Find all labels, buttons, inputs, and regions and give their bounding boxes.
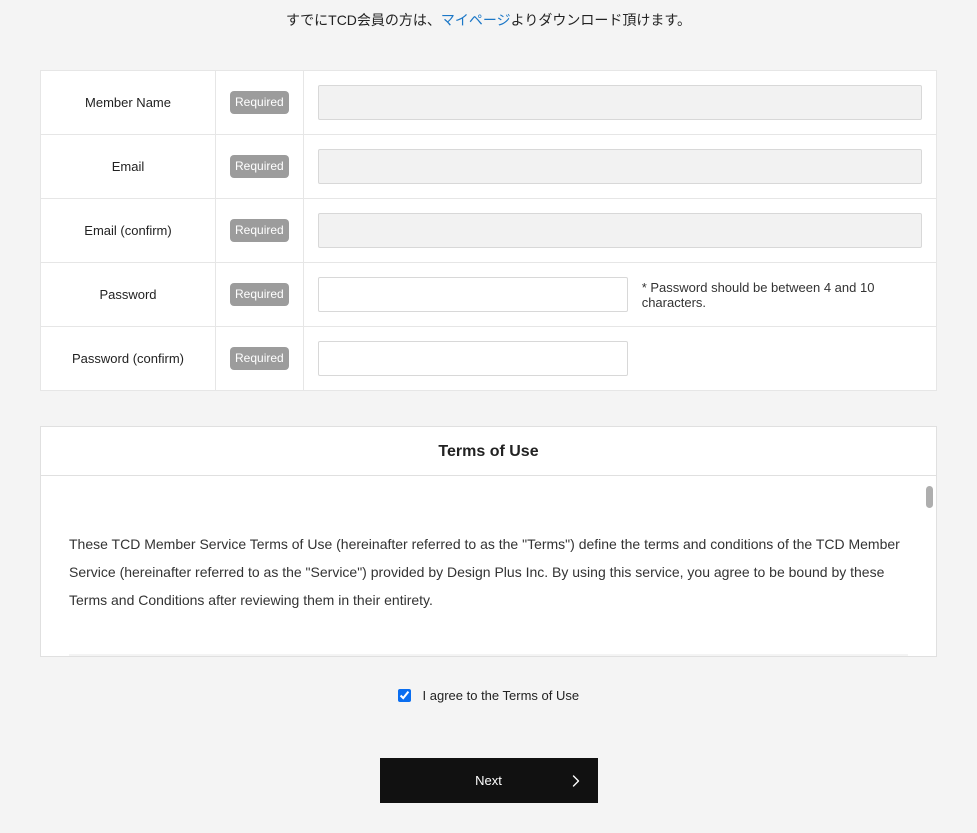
label-email: Email [41,135,216,199]
terms-text: These TCD Member Service Terms of Use (h… [69,536,900,608]
email-input[interactable] [318,149,922,184]
intro-before: すでにTCD会員の方は、 [286,12,441,28]
mypage-link[interactable]: マイページ [441,12,511,28]
scrollbar-thumb[interactable] [926,486,933,508]
email-confirm-input[interactable] [318,213,922,248]
input-cell [303,327,936,391]
required-badge: Required [230,219,289,241]
required-badge: Required [230,155,289,177]
required-badge: Required [230,283,289,305]
form-table: Member Name Required Email Required Emai… [40,70,937,391]
required-cell: Required [216,199,304,263]
terms-body[interactable]: These TCD Member Service Terms of Use (h… [41,476,936,656]
terms-of-use-box: Terms of Use These TCD Member Service Te… [40,426,937,657]
next-button-label: Next [475,773,502,788]
intro-after: よりダウンロード頂けます。 [511,12,691,28]
row-member-name: Member Name Required [41,71,937,135]
password-input[interactable] [318,277,628,312]
required-cell: Required [216,135,304,199]
required-badge: Required [230,347,289,369]
registration-form: すでにTCD会員の方は、マイページよりダウンロード頂けます。 Member Na… [0,0,977,833]
next-button[interactable]: Next [380,758,598,803]
button-row: Next [40,703,937,803]
row-email: Email Required [41,135,937,199]
label-password-confirm: Password (confirm) [41,327,216,391]
agree-checkbox[interactable] [398,689,411,702]
terms-heading: Terms of Use [41,427,936,476]
chevron-right-icon [572,775,580,787]
row-password: Password Required * Password should be b… [41,263,937,327]
input-cell [303,199,936,263]
label-member-name: Member Name [41,71,216,135]
required-cell: Required [216,327,304,391]
password-confirm-input[interactable] [318,341,628,376]
label-password: Password [41,263,216,327]
input-cell: * Password should be between 4 and 10 ch… [303,263,936,327]
intro-text: すでにTCD会員の方は、マイページよりダウンロード頂けます。 [40,10,937,30]
required-badge: Required [230,91,289,113]
input-cell [303,135,936,199]
agree-label-wrap[interactable]: I agree to the Terms of Use [398,688,579,703]
agree-row: I agree to the Terms of Use [40,657,937,703]
label-email-confirm: Email (confirm) [41,199,216,263]
terms-inner-block [69,654,908,656]
input-cell [303,71,936,135]
member-name-input[interactable] [318,85,922,120]
row-email-confirm: Email (confirm) Required [41,199,937,263]
required-cell: Required [216,263,304,327]
agree-label: I agree to the Terms of Use [423,688,580,703]
terms-body-wrap: These TCD Member Service Terms of Use (h… [41,476,936,656]
password-note: * Password should be between 4 and 10 ch… [642,280,922,310]
required-cell: Required [216,71,304,135]
row-password-confirm: Password (confirm) Required [41,327,937,391]
